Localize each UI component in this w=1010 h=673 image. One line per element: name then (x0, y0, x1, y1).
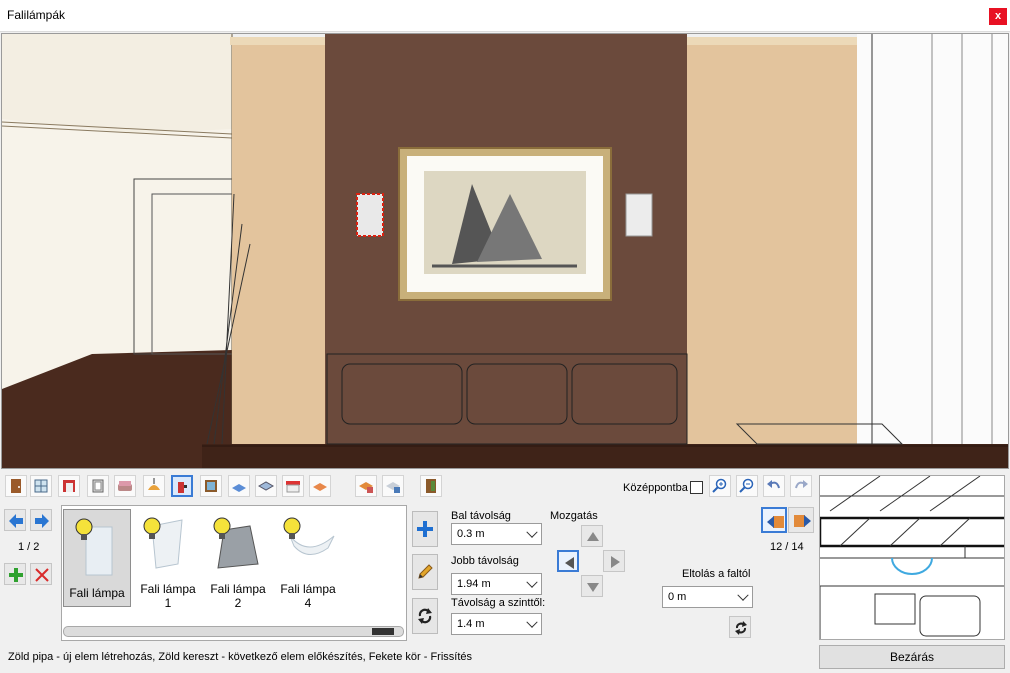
chevron-down-icon (526, 576, 538, 588)
move-down-button[interactable] (581, 575, 603, 597)
list-item[interactable]: Fali lámpa 1 (134, 509, 202, 610)
status-text: Zöld pipa - új elem létrehozás, Zöld ker… (8, 651, 473, 663)
center-checkbox-label: Középpontba (623, 482, 688, 494)
center-checkbox[interactable] (690, 481, 703, 494)
wall-lamp-thumbnail-icon (143, 517, 183, 569)
bal-tavolsag-select[interactable]: 0.3 m (451, 523, 542, 545)
list-item[interactable]: Fali lámpa 2 (204, 509, 272, 610)
szint-tavolsag-label: Távolság a szinttől: (451, 597, 546, 609)
page-indicator: 1 / 2 (18, 541, 40, 553)
item-name: Fali lámpa 2 (210, 582, 266, 610)
eltolas-select[interactable]: 0 m (662, 586, 753, 608)
bed-icon[interactable] (309, 475, 331, 497)
wardrobe-icon[interactable] (420, 475, 442, 497)
edit-pencil-button[interactable] (412, 554, 438, 590)
picture-icon[interactable] (200, 475, 222, 497)
wall-lamp-thumbnail-icon (213, 517, 259, 569)
mozgatas-label: Mozgatás (550, 510, 598, 522)
szint-tavolsag-select[interactable]: 1.4 m (451, 613, 542, 635)
add-blue-button[interactable] (412, 511, 438, 547)
move-left-button[interactable] (557, 550, 579, 572)
scrollbar-thumb[interactable] (372, 628, 394, 635)
window-close-button[interactable]: x (989, 8, 1007, 25)
wall-lamp-thumbnail-icon (75, 518, 113, 576)
next-arrow-button[interactable] (30, 509, 52, 531)
eltolas-label: Eltolás a faltól (682, 568, 751, 580)
floorplan-minimap[interactable] (819, 475, 1005, 640)
prev-arrow-button[interactable] (4, 509, 26, 531)
scene-viewport[interactable] (1, 33, 1009, 469)
list-item[interactable]: Fali lámpa (63, 509, 131, 607)
window-title: Falilámpák (7, 8, 66, 22)
window-icon[interactable] (30, 475, 52, 497)
tile-wall-icon[interactable] (355, 475, 377, 497)
item-name: Fali lámpa 4 (280, 582, 336, 610)
jobb-tavolsag-select[interactable]: 1.94 m (451, 573, 542, 595)
delete-red-button[interactable] (30, 563, 52, 585)
chevron-down-icon (737, 589, 749, 601)
wall-lamp-thumbnail-icon (283, 517, 335, 555)
undo-icon[interactable] (763, 475, 785, 497)
table-icon[interactable] (255, 475, 277, 497)
floorplan-drawing (820, 476, 1004, 639)
sofa-icon[interactable] (114, 475, 136, 497)
next-wall-button[interactable] (788, 507, 814, 533)
zoom-in-icon[interactable] (709, 475, 731, 497)
wall-lamp-icon[interactable] (171, 475, 193, 497)
item-name: Fali lámpa 1 (140, 582, 196, 610)
move-right-button[interactable] (603, 550, 625, 572)
tile-floor-icon[interactable] (382, 475, 404, 497)
chevron-down-icon (526, 526, 538, 538)
wall-counter: 12 / 14 (770, 541, 804, 553)
title-bar: Falilámpák x (0, 0, 1010, 32)
door-icon[interactable] (5, 475, 27, 497)
move-up-button[interactable] (581, 525, 603, 547)
chevron-down-icon (526, 616, 538, 628)
jobb-tavolsag-label: Jobb távolság (451, 555, 519, 567)
bal-tavolsag-label: Bal távolság (451, 510, 511, 522)
add-green-button[interactable] (4, 563, 26, 585)
awning-icon[interactable] (282, 475, 304, 497)
list-item[interactable]: Fali lámpa 4 (274, 509, 342, 610)
refresh-button[interactable] (412, 598, 438, 634)
room-render (2, 34, 1008, 468)
ceiling-lamp-icon[interactable] (143, 475, 165, 497)
wall-niche-icon[interactable] (58, 475, 80, 497)
refresh-small-button[interactable] (729, 616, 751, 638)
gallery-scrollbar[interactable] (63, 626, 404, 637)
redo-icon[interactable] (790, 475, 812, 497)
zoom-out-icon[interactable] (736, 475, 758, 497)
item-name: Fali lámpa (69, 586, 125, 600)
prev-wall-button[interactable] (761, 507, 787, 533)
close-button[interactable]: Bezárás (819, 645, 1005, 669)
opening-icon[interactable] (87, 475, 109, 497)
carpet-icon[interactable] (228, 475, 250, 497)
